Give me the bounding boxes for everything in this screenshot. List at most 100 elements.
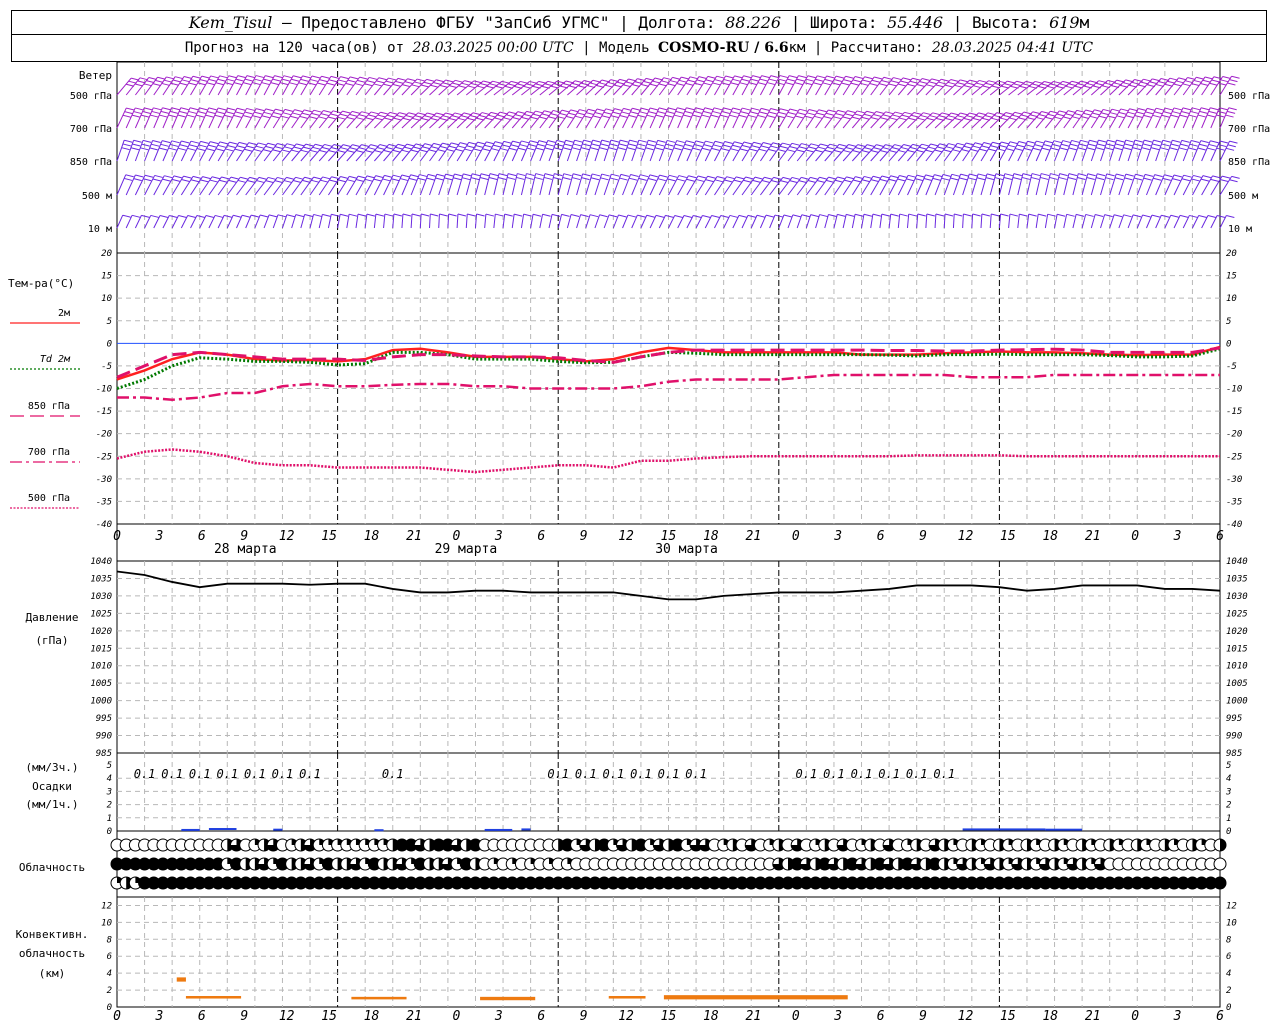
wind-barb-feather — [619, 177, 628, 181]
wind-barb — [318, 76, 332, 96]
wind-barb-feather — [730, 82, 739, 86]
wind-barb-feather — [999, 144, 1008, 148]
wind-barb-feather — [1152, 114, 1161, 118]
wind-barb-feather — [1218, 144, 1227, 148]
wind-barb-feather — [688, 175, 697, 179]
wind-barb — [539, 140, 549, 162]
wind-barb-feather — [1083, 112, 1092, 116]
pressure-ytick-left: 1040 — [90, 557, 112, 567]
wind-barb-feather — [291, 78, 300, 82]
wind-barb — [539, 173, 546, 196]
wind-barb-feather — [817, 75, 826, 79]
pressure-ytick-right: 1020 — [1226, 627, 1248, 637]
wind-barb-feather — [983, 142, 992, 145]
wind-barb-feather — [711, 215, 720, 219]
wind-barb-feather — [702, 215, 711, 219]
wind-barb-feather — [1124, 143, 1133, 147]
wind-barb-feather — [1125, 139, 1134, 143]
wind-barb-feather — [217, 107, 227, 111]
wind-barb-feather — [1143, 177, 1152, 181]
wind-barb-feather — [685, 82, 694, 86]
wind-barb — [622, 139, 630, 162]
temp-ytick-left: -20 — [96, 430, 112, 440]
wind-barb-feather — [580, 214, 589, 218]
wind-barb-feather — [342, 110, 351, 114]
wind-barb-feather — [931, 78, 940, 82]
precip-ytick-right: 2 — [1226, 801, 1231, 811]
wind-barb-feather — [739, 148, 749, 152]
wind-barb-feather — [436, 173, 445, 177]
wind-barb-feather — [1136, 111, 1145, 115]
wind-barb-feather — [687, 79, 696, 83]
wind-barb — [879, 111, 896, 129]
wind-barb-feather — [894, 144, 903, 148]
wind-barb-feather — [454, 79, 464, 83]
wind-barb-feather — [1034, 144, 1043, 148]
wind-barb-feather — [1142, 214, 1151, 218]
wind-barb — [888, 111, 905, 129]
wind-barb-feather — [1164, 174, 1173, 178]
wind-barb — [134, 107, 145, 129]
wind-barb-feather — [559, 112, 568, 116]
wind-barb — [916, 143, 932, 162]
temp-legend-label: 850 гПа — [28, 401, 70, 412]
wind-barb-feather — [453, 177, 462, 181]
wind-barb-feather — [961, 149, 970, 152]
wind-barb — [318, 144, 335, 162]
wind-barb-feather — [210, 141, 219, 145]
wind-level-label-right: 850 гПа — [1228, 157, 1270, 168]
wind-barb-feather — [787, 111, 796, 115]
wind-barb-feather — [994, 177, 1003, 181]
pressure-ytick-left: 995 — [96, 714, 112, 724]
wind-barb-feather — [153, 107, 162, 111]
wind-barb-feather — [768, 78, 778, 82]
wind-barb-feather — [648, 178, 657, 181]
wind-barb — [1008, 80, 1027, 96]
wind-barb-feather — [323, 110, 332, 113]
wind-barb-feather — [574, 139, 583, 143]
wind-barb — [1044, 173, 1051, 196]
wind-barb-feather — [751, 145, 760, 149]
wind-barb-feather — [248, 142, 257, 146]
wind-barb-feather — [658, 83, 667, 87]
wind-barb — [447, 173, 455, 196]
wind-barb-feather — [219, 75, 228, 79]
wind-barb-feather — [724, 141, 733, 144]
wind-barb-feather — [807, 75, 816, 79]
wind-barb-feather — [304, 214, 313, 218]
wind-barb — [502, 140, 513, 162]
wind-barb-feather — [178, 215, 187, 219]
wind-barb — [383, 143, 399, 162]
wind-barb-feather — [242, 214, 251, 218]
wind-barb-feather — [782, 142, 791, 146]
wind-barb-feather — [1172, 178, 1181, 182]
wind-barb — [438, 79, 456, 96]
wind-barb — [125, 174, 136, 196]
wind-barb — [364, 111, 381, 129]
temp-legend-label: 2м — [58, 308, 70, 319]
precip-bar — [1045, 828, 1083, 831]
pressure-ytick-left: 1005 — [90, 679, 112, 689]
temp-series-line — [117, 373, 1220, 402]
wind-barb — [1136, 139, 1145, 162]
wind-barb — [1173, 140, 1183, 162]
time-tick: 9 — [580, 529, 588, 544]
wind-barb-feather — [356, 150, 365, 154]
wind-barb — [144, 175, 156, 196]
wind-barb-feather — [943, 149, 952, 153]
wind-barb-feather — [1170, 114, 1179, 118]
wind-barb-feather — [665, 143, 674, 147]
wind-barb — [355, 111, 372, 129]
wind-barb-feather — [806, 112, 816, 116]
wind-barb-feather — [132, 143, 141, 147]
wind-barb — [520, 140, 531, 162]
wind-barb — [603, 174, 612, 196]
time-tick: 21 — [746, 529, 762, 544]
temp-ytick-right: -5 — [1226, 362, 1237, 372]
wind-barb-feather — [596, 108, 606, 112]
wind-barb-feather — [235, 78, 244, 82]
time-tick: 0 — [792, 529, 800, 544]
wind-barb-feather — [374, 117, 384, 121]
wind-barb-feather — [957, 82, 966, 86]
wind-barb — [925, 112, 943, 129]
